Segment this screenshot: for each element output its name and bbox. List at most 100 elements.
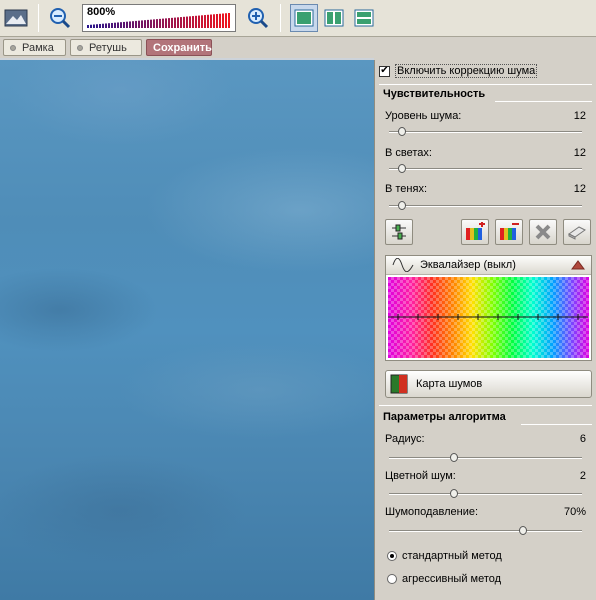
- zoom-bar-tick: [108, 23, 110, 28]
- zoom-bar-tick: [138, 20, 140, 28]
- equalizer-graph[interactable]: [388, 277, 589, 358]
- tab-dot-icon: [77, 44, 83, 51]
- tab-label: Рамка: [22, 41, 54, 54]
- zoom-bar-tick: [180, 17, 182, 28]
- shadows-slider[interactable]: [389, 201, 582, 210]
- suppression-row: Шумоподавление: 70%: [385, 506, 586, 518]
- zoom-bar-tick: [93, 24, 95, 28]
- zoom-out-icon[interactable]: [46, 4, 74, 32]
- zoom-bar-tick: [204, 15, 206, 28]
- method-standard[interactable]: стандартный метод: [375, 549, 575, 565]
- zoom-bar-tick: [126, 21, 128, 28]
- noise-correction-panel: ✔ Включить коррекцию шума Чувствительнос…: [374, 60, 596, 600]
- zoom-bar-tick: [117, 22, 119, 28]
- method-label: агрессивный метод: [402, 573, 502, 585]
- zoom-bar-tick: [114, 22, 116, 28]
- zoom-bar-tick: [132, 21, 134, 28]
- zoom-bar-tick: [141, 20, 143, 28]
- slider-thumb[interactable]: [398, 201, 407, 210]
- zoom-bar-tick: [186, 16, 188, 28]
- zoom-bar-tick: [162, 18, 164, 28]
- radio-button[interactable]: [387, 551, 397, 561]
- highlights-label: В светах:: [385, 147, 432, 159]
- view-stacked-icon[interactable]: [350, 4, 378, 32]
- enable-checkbox[interactable]: ✔: [379, 65, 390, 77]
- add-preset-icon[interactable]: [461, 219, 489, 245]
- zoom-bar-tick: [201, 15, 203, 28]
- zoom-bar-tick: [216, 14, 218, 28]
- slider-thumb[interactable]: [450, 489, 459, 498]
- divider: [379, 84, 592, 85]
- zoom-bar-tick: [189, 16, 191, 28]
- zoom-bar-tick: [192, 16, 194, 28]
- zoom-in-icon[interactable]: [244, 4, 272, 32]
- zoom-bar-tick: [177, 17, 179, 28]
- zoom-bar-tick: [183, 16, 185, 28]
- zoom-bar-tick: [228, 13, 230, 28]
- eraser-icon[interactable]: [563, 219, 591, 245]
- slider-thumb[interactable]: [518, 526, 527, 535]
- reset-icon[interactable]: [529, 219, 557, 245]
- zoom-bar-tick: [90, 24, 92, 28]
- noise-level-slider[interactable]: [389, 127, 582, 136]
- equalizer-curve: [388, 314, 588, 320]
- divider: [495, 101, 592, 102]
- divider: [379, 405, 592, 406]
- suppression-value: 70%: [563, 506, 586, 518]
- remove-preset-icon[interactable]: [495, 219, 523, 245]
- highlights-row: В светах: 12: [385, 147, 586, 159]
- sliders-settings-icon[interactable]: [385, 219, 413, 245]
- zoom-bar-tick: [123, 21, 125, 28]
- radius-slider[interactable]: [389, 453, 582, 462]
- radius-value: 6: [579, 433, 586, 445]
- zoom-bar-tick: [120, 22, 122, 28]
- zoom-bar-tick: [213, 14, 215, 28]
- view-single-icon[interactable]: [290, 4, 318, 32]
- sensitivity-title: Чувствительность: [383, 88, 486, 100]
- color-noise-row: Цветной шум: 2: [385, 470, 586, 482]
- zoom-bar-tick: [150, 19, 152, 28]
- enable-noise-correction[interactable]: ✔ Включить коррекцию шума: [379, 64, 538, 78]
- zoom-bar-tick: [96, 24, 98, 28]
- view-split-icon[interactable]: [320, 4, 348, 32]
- color-noise-slider[interactable]: [389, 489, 582, 498]
- slider-thumb[interactable]: [450, 453, 459, 462]
- noise-map-button[interactable]: Карта шумов: [385, 370, 592, 398]
- tab-frame[interactable]: Рамка: [3, 39, 66, 56]
- highlights-slider[interactable]: [389, 164, 582, 173]
- method-aggressive[interactable]: агрессивный метод: [375, 572, 575, 588]
- tab-label: Сохранить: [153, 41, 212, 54]
- image-canvas[interactable]: [0, 60, 374, 600]
- suppression-slider[interactable]: [389, 526, 582, 535]
- noise-level-label: Уровень шума:: [385, 110, 462, 122]
- tab-save[interactable]: Сохранить: [146, 39, 212, 56]
- zoom-bar-tick: [195, 15, 197, 28]
- tab-dot-icon: [10, 44, 16, 51]
- zoom-bar-tick: [165, 18, 167, 28]
- image-preview-icon[interactable]: [2, 4, 30, 32]
- zoom-bar-tick: [129, 21, 131, 28]
- slider-thumb[interactable]: [398, 127, 407, 136]
- zoom-bar-tick: [153, 19, 155, 28]
- toolbar: 800%: [0, 0, 596, 37]
- equalizer-panel[interactable]: Эквалайзер (выкл): [385, 255, 592, 361]
- color-noise-label: Цветной шум:: [385, 470, 456, 482]
- zoom-bar-tick: [198, 15, 200, 28]
- radio-button[interactable]: [387, 574, 397, 584]
- tab-bar: Рамка Ретушь Сохранить: [0, 38, 374, 58]
- enable-label: Включить коррекцию шума: [395, 64, 538, 78]
- zoom-indicator[interactable]: 800%: [82, 4, 236, 32]
- equalizer-header[interactable]: Эквалайзер (выкл): [386, 256, 591, 275]
- suppression-label: Шумоподавление:: [385, 506, 479, 518]
- zoom-bar-tick: [102, 23, 104, 28]
- zoom-bar-tick: [225, 13, 227, 28]
- zoom-bar-tick: [135, 20, 137, 28]
- slider-thumb[interactable]: [398, 164, 407, 173]
- algorithm-title: Параметры алгоритма: [383, 411, 506, 423]
- collapse-arrow-icon[interactable]: [571, 260, 585, 270]
- tab-retouch[interactable]: Ретушь: [70, 39, 142, 56]
- shadows-label: В тенях:: [385, 183, 428, 195]
- zoom-bar-tick: [156, 19, 158, 28]
- radius-row: Радиус: 6: [385, 433, 586, 445]
- shadows-value: 12: [573, 183, 586, 195]
